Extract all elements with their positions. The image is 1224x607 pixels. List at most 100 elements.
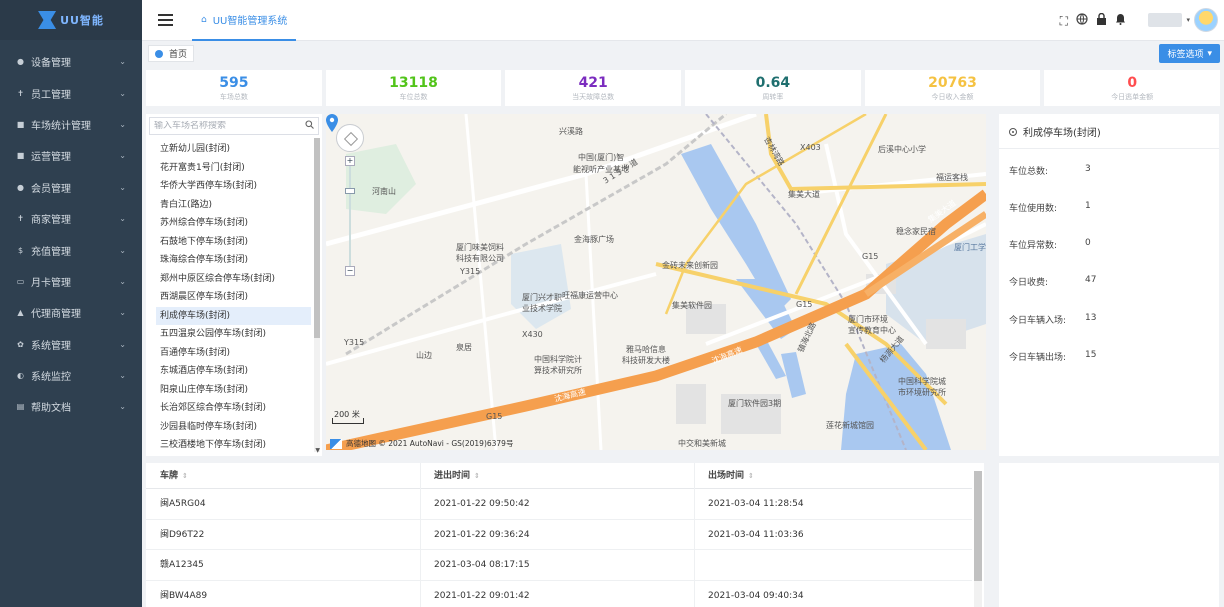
map-label: 金砖未来创新园	[662, 261, 718, 270]
road-badge: Y315	[460, 267, 481, 276]
sidebar-item-label: 系统管理	[31, 340, 71, 352]
sidebar-item[interactable]: ◐ 系统监控 ⌄	[0, 360, 142, 391]
stat-value: 20763	[928, 74, 977, 91]
sort-icon: ⇕	[748, 472, 754, 480]
stat-value: 0.64	[755, 74, 791, 91]
info-row: 车位使用数: 1	[1009, 201, 1209, 214]
park-list-item[interactable]: 郑州中原区综合停车场(封闭)	[156, 270, 311, 289]
zoom-slider-thumb[interactable]	[345, 188, 355, 194]
column-header-entry-time[interactable]: 进出时间 ⇕	[420, 463, 480, 489]
chevron-down-icon: ⌄	[119, 119, 126, 129]
monitor-icon: ◐	[17, 371, 24, 381]
caret-down-icon: ▾	[1186, 16, 1190, 24]
park-info-title: 利成停车场(封闭)	[1009, 124, 1101, 139]
map-view[interactable]: 兴溪路 中国(厦门)智 能视听产业基地 河南山 后溪中心小学 福运客栈 集美大道…	[326, 114, 986, 450]
park-list-item[interactable]: 百通停车场(封闭)	[156, 344, 311, 363]
avatar[interactable]	[1194, 8, 1218, 32]
map-pan-control[interactable]	[336, 124, 364, 152]
chevron-down-icon: ⌄	[119, 371, 126, 381]
park-list-item[interactable]: 利成停车场(封闭)	[156, 306, 311, 325]
sidebar-item[interactable]: ▭ 月卡管理 ⌄	[0, 266, 142, 297]
table-row[interactable]: 赣A12345 2021-03-04 08:17:15	[146, 550, 972, 581]
park-list-item[interactable]: 石鼓地下停车场(封闭)	[156, 233, 311, 252]
logo: UU智能	[0, 0, 142, 40]
book-icon: ▤	[16, 402, 25, 412]
park-list-item[interactable]: 立新幼儿园(封闭)	[156, 140, 311, 159]
sidebar-item[interactable]: $ 充值管理 ⌄	[0, 234, 142, 265]
info-label: 今日车辆出场:	[1009, 353, 1067, 363]
park-list-item[interactable]: 长治郊区综合停车场(封闭)	[156, 399, 311, 418]
table-scroll-thumb[interactable]	[974, 471, 982, 581]
sidebar-item-label: 车场统计管理	[31, 120, 91, 132]
park-list-item[interactable]: 青白江(路边)	[156, 196, 311, 215]
sidebar-item[interactable]: ● 会员管理 ⌄	[0, 172, 142, 203]
tag-options-button[interactable]: 标签选项 ▾	[1159, 44, 1220, 63]
sidebar-item[interactable]: ✝ 员工管理 ⌄	[0, 77, 142, 108]
park-list-item[interactable]: 花开富贵1号门(封闭)	[156, 159, 311, 178]
sort-icon: ⇕	[474, 472, 480, 480]
park-list-item[interactable]: 苏州综合停车场(封闭)	[156, 214, 311, 233]
parking-icon: ■	[16, 119, 25, 129]
zoom-in-button[interactable]: +	[345, 156, 355, 166]
sidebar-item[interactable]: ▲ 代理商管理 ⌄	[0, 297, 142, 328]
sidebar-item[interactable]: ■ 车场统计管理 ⌄	[0, 109, 142, 140]
map-label: 科技研发大楼	[622, 356, 670, 365]
park-list-scroll-thumb[interactable]	[314, 138, 320, 338]
tab-home[interactable]: ⌂ UU智能管理系统	[192, 0, 297, 41]
fullscreen-icon[interactable]: ⛶	[1060, 14, 1068, 28]
table-cell: 2021-03-04 09:40:34	[708, 590, 804, 601]
column-header-exit-time[interactable]: 出场时间 ⇕	[694, 463, 754, 489]
map-label: 雅马哈信息	[626, 345, 666, 354]
sidebar-item[interactable]: ■ 运营管理 ⌄	[0, 140, 142, 171]
map-canvas	[326, 114, 986, 450]
map-copyright-text: 高德地图 © 2021 AutoNavi - GS(2019)6379号	[346, 439, 514, 448]
table-row[interactable]: 闽D96T22 2021-01-22 09:36:24 2021-03-04 11:…	[146, 520, 972, 550]
bell-icon[interactable]	[1115, 13, 1126, 28]
map-zoom-control[interactable]: + −	[345, 156, 355, 286]
park-search-input[interactable]	[154, 121, 305, 131]
park-list-item[interactable]: 珠海综合停车场(封闭)	[156, 251, 311, 270]
table-row[interactable]: 闽A5RG04 2021-01-22 09:50:42 2021-03-04 11:…	[146, 489, 972, 520]
location-pin-icon[interactable]	[326, 114, 338, 132]
active-dot-icon	[155, 49, 163, 58]
park-list-item[interactable]: 东城酒店停车场(封闭)	[156, 362, 311, 381]
park-list-item[interactable]: 阳泉山庄停车场(封闭)	[156, 381, 311, 400]
chevron-down-icon: ⌄	[119, 88, 126, 98]
park-list-item[interactable]: 华侨大学西停车场(封闭)	[156, 177, 311, 196]
stat-value: 0	[1127, 74, 1138, 91]
map-label: 兴溪路	[559, 127, 583, 136]
sidebar-item[interactable]: ● 设备管理 ⌄	[0, 46, 142, 77]
stat-label: 周转率	[762, 92, 784, 101]
column-header-plate[interactable]: 车牌 ⇕	[146, 463, 188, 489]
table-cell: 2021-03-04 11:03:36	[708, 529, 804, 540]
scroll-down-icon[interactable]: ▼	[315, 447, 320, 454]
zoom-slider-track[interactable]	[345, 166, 355, 266]
globe-icon[interactable]	[1076, 13, 1088, 28]
map-label: 河南山	[372, 187, 396, 196]
park-list-item[interactable]: 沙园县临时停车场(封闭)	[156, 418, 311, 437]
info-row: 车位总数: 3	[1009, 164, 1209, 177]
table-cell: 2021-03-04 11:28:54	[708, 499, 804, 509]
sidebar-item[interactable]: ▤ 帮助文档 ⌄	[0, 391, 142, 422]
lock-icon[interactable]	[1096, 12, 1107, 28]
stat-value: 13118	[389, 74, 438, 91]
sidebar-item-label: 代理商管理	[31, 309, 81, 321]
zoom-out-button[interactable]: −	[345, 266, 355, 276]
graduation-icon: ▲	[17, 308, 24, 318]
park-list-item[interactable]: 五四温泉公园停车场(封闭)	[156, 325, 311, 344]
user-menu[interactable]: ▾	[1148, 8, 1218, 32]
menu-toggle-icon[interactable]	[158, 14, 173, 26]
park-info-panel: 利成停车场(封闭) 车位总数: 3 车位使用数: 1 车位异常数: 0 今日收费: 47 今日车…	[999, 114, 1219, 456]
table-cell: 闽BW4A89	[160, 590, 208, 601]
park-list-item[interactable]: 三校酒楼地下停车场(封闭)	[156, 436, 311, 455]
sidebar-item[interactable]: ✿ 系统管理 ⌄	[0, 329, 142, 360]
search-icon[interactable]	[305, 120, 314, 132]
sidebar-item-label: 充值管理	[31, 246, 71, 258]
map-label: 后溪中心小学	[878, 145, 926, 154]
sidebar-item[interactable]: ✝ 商家管理 ⌄	[0, 203, 142, 234]
park-list-item[interactable]: 西湖晨区停车场(封闭)	[156, 288, 311, 307]
map-label: 旺福康运营中心	[562, 291, 618, 300]
page-tag-home[interactable]: 首页	[148, 45, 195, 62]
table-row[interactable]: 闽BW4A89 2021-01-22 09:01:42 2021-03-04 09:…	[146, 581, 972, 607]
info-value: 13	[1085, 313, 1097, 323]
